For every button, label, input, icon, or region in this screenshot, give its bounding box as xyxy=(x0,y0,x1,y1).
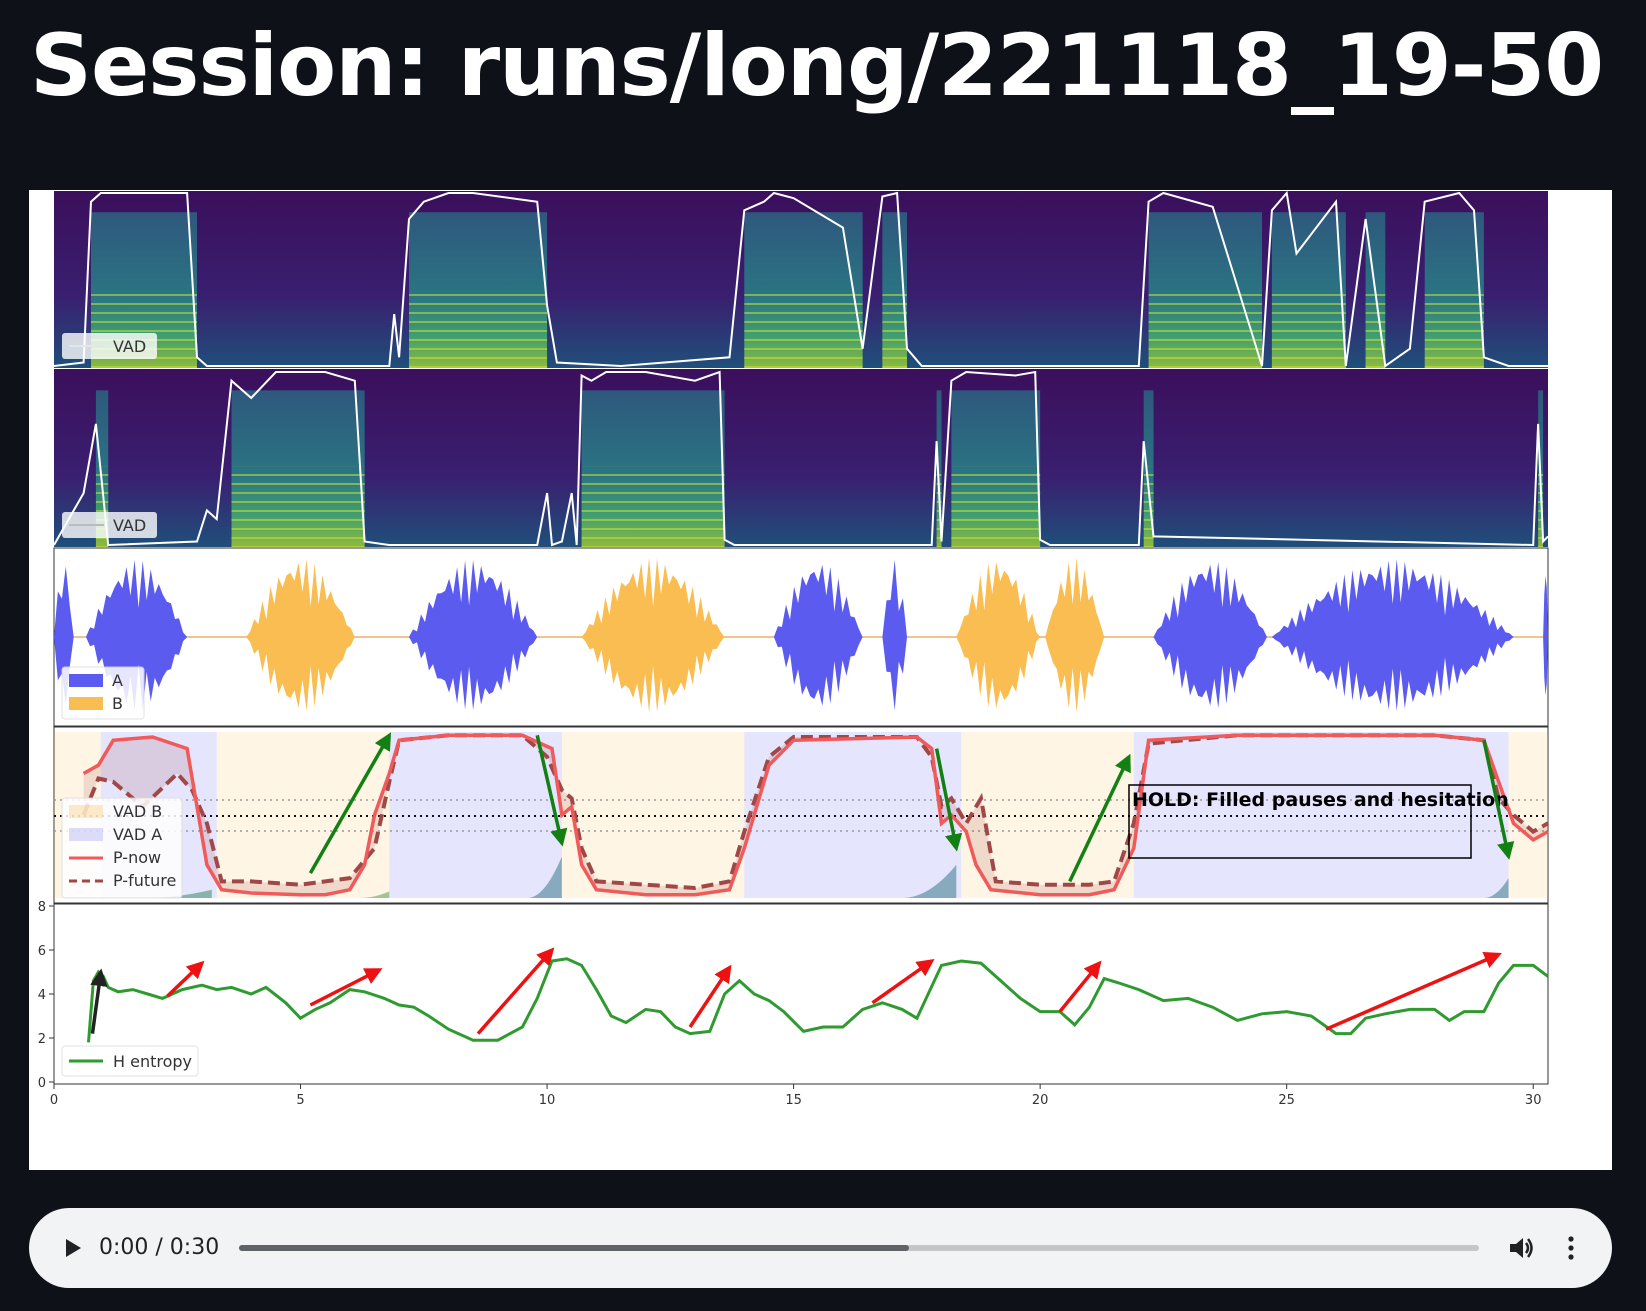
more-vert-icon xyxy=(1568,1236,1574,1260)
y-tick-label: 6 xyxy=(38,944,46,959)
legend-probability: VAD B VAD A P-now P-future xyxy=(61,797,183,899)
legend-vad-b-label: VAD xyxy=(113,516,146,535)
time-display: 0:00 / 0:30 xyxy=(99,1235,220,1260)
volume-icon xyxy=(1510,1238,1533,1258)
seek-bar[interactable] xyxy=(239,1245,1479,1251)
audio-player[interactable]: 0:00 / 0:30 xyxy=(29,1208,1612,1288)
x-tick-label: 0 xyxy=(50,1093,58,1108)
harmonics xyxy=(1271,288,1346,368)
vad-spans xyxy=(54,732,1548,898)
page-title: Session: runs/long/221118_19-50 xyxy=(30,16,1604,116)
session-figure: VAD VAD A B HOLD: Filled pauses and hesi… xyxy=(29,190,1612,1170)
harmonics xyxy=(1424,288,1484,368)
legend-p-future-label: P-future xyxy=(113,871,176,890)
play-button[interactable] xyxy=(51,1208,95,1288)
hold-annotation-text: HOLD: Filled pauses and hesitation xyxy=(1132,789,1509,811)
x-tick-label: 5 xyxy=(296,1093,304,1108)
legend-b-swatch xyxy=(69,697,103,710)
entropy-panel: 0 2 4 6 8 0 5 10 15 20 25 30 H entropy xyxy=(38,900,1549,1108)
seek-progress xyxy=(239,1245,909,1251)
legend-a-swatch xyxy=(69,674,103,687)
y-tick-label: 2 xyxy=(38,1032,46,1047)
legend-p-now-label: P-now xyxy=(113,848,161,867)
entropy-y-ticks: 0 2 4 6 8 xyxy=(38,900,54,1091)
harmonics xyxy=(951,466,1041,547)
legend-b-label: B xyxy=(112,694,123,713)
legend-vad-a-span-label: VAD A xyxy=(113,825,162,844)
play-icon xyxy=(66,1239,81,1257)
vad-span-b xyxy=(216,732,390,898)
legend-vad-b-span-label: VAD B xyxy=(113,802,162,821)
legend-a-label: A xyxy=(112,671,123,690)
x-tick-label: 20 xyxy=(1032,1093,1049,1108)
spectrogram-a-panel: VAD xyxy=(53,190,1548,368)
legend-vad-a: VAD xyxy=(62,333,157,359)
more-options-button[interactable] xyxy=(1551,1208,1591,1288)
legend-vad-a-label: VAD xyxy=(113,337,146,356)
figure-svg: VAD VAD A B HOLD: Filled pauses and hesi… xyxy=(38,190,1549,1108)
harmonics xyxy=(1365,288,1386,368)
x-tick-label: 25 xyxy=(1278,1093,1295,1108)
x-tick-label: 15 xyxy=(785,1093,802,1108)
x-tick-label: 10 xyxy=(539,1093,556,1108)
legend-entropy: H entropy xyxy=(61,1045,199,1077)
entropy-x-ticks: 0 5 10 15 20 25 30 xyxy=(50,1084,1542,1108)
harmonics xyxy=(1143,466,1154,547)
x-tick-label: 30 xyxy=(1525,1093,1542,1108)
y-tick-label: 0 xyxy=(38,1076,46,1091)
probability-panel: HOLD: Filled pauses and hesitation VAD B… xyxy=(53,726,1549,904)
legend-entropy-label: H entropy xyxy=(113,1052,192,1071)
y-tick-label: 4 xyxy=(38,988,46,1003)
harmonics xyxy=(409,288,548,368)
legend-waveform: A B xyxy=(61,666,145,720)
legend-vad-b: VAD xyxy=(62,512,157,538)
harmonics xyxy=(744,288,863,368)
harmonics xyxy=(581,466,725,547)
spectrogram-b-panel: VAD xyxy=(53,369,1549,547)
waveform-panel: A B xyxy=(53,547,1549,727)
harmonics xyxy=(1148,288,1263,368)
harmonics xyxy=(231,466,365,547)
volume-button[interactable] xyxy=(1497,1208,1547,1288)
y-tick-label: 8 xyxy=(38,900,46,915)
